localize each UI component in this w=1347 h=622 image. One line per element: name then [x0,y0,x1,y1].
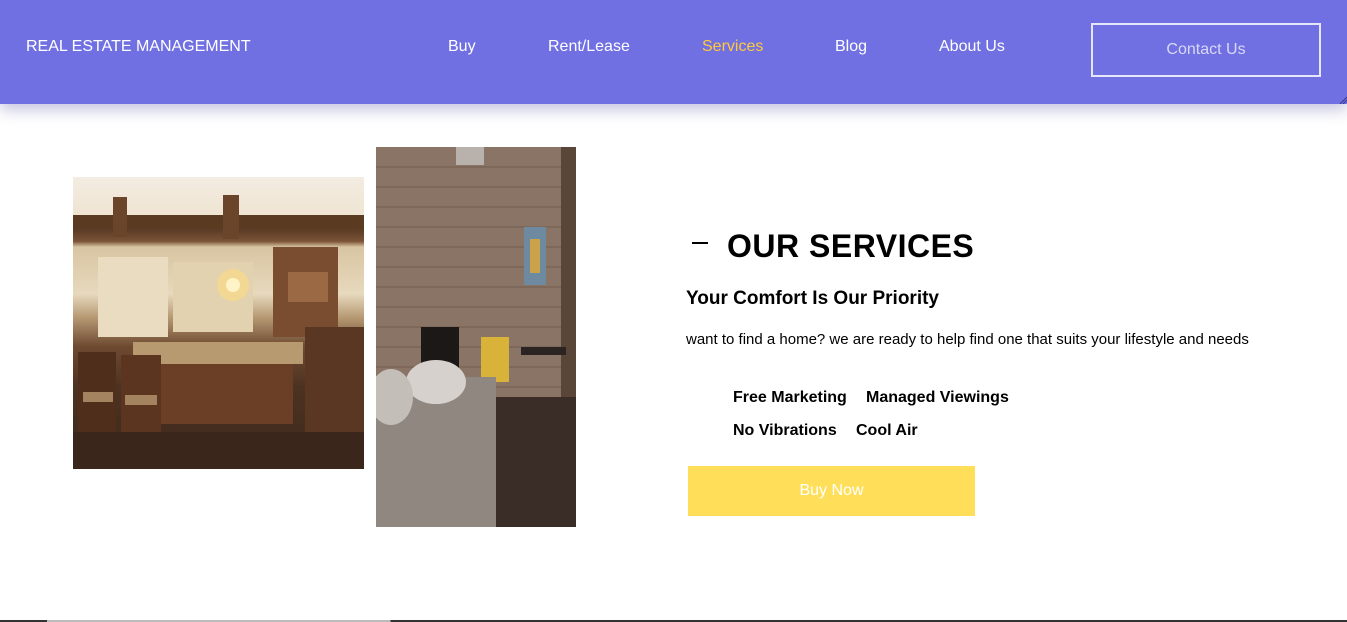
feature-free-marketing: Free Marketing [733,389,847,406]
services-title: OUR SERVICES [727,228,975,264]
living-room-photo [376,147,576,527]
brand-logo-text[interactable]: REAL ESTATE MANAGEMENT [26,38,251,56]
kitchen-photo [73,177,364,469]
heading-dash-icon [692,241,708,244]
feature-cool-air: Cool Air [856,422,918,439]
kitchen-illustration [73,195,364,469]
resize-grip-icon[interactable] [1339,96,1347,104]
buy-now-button[interactable]: Buy Now [688,466,975,516]
navbar: REAL ESTATE MANAGEMENT Buy Rent/Lease Se… [0,0,1347,104]
services-subtitle: Your Comfort Is Our Priority [686,288,940,309]
contact-us-button[interactable]: Contact Us [1091,23,1321,77]
nav-link-buy[interactable]: Buy [448,38,476,56]
nav-link-services[interactable]: Services [702,38,763,56]
section-heading: OUR SERVICES [692,228,974,265]
living-room-illustration [376,147,576,527]
services-description: want to find a home? we are ready to hel… [686,331,1249,348]
feature-no-vibrations: No Vibrations [733,422,837,439]
feature-managed-viewings: Managed Viewings [866,389,1009,406]
nav-link-rent-lease[interactable]: Rent/Lease [548,38,630,56]
nav-link-about-us[interactable]: About Us [939,38,1005,56]
nav-link-blog[interactable]: Blog [835,38,867,56]
